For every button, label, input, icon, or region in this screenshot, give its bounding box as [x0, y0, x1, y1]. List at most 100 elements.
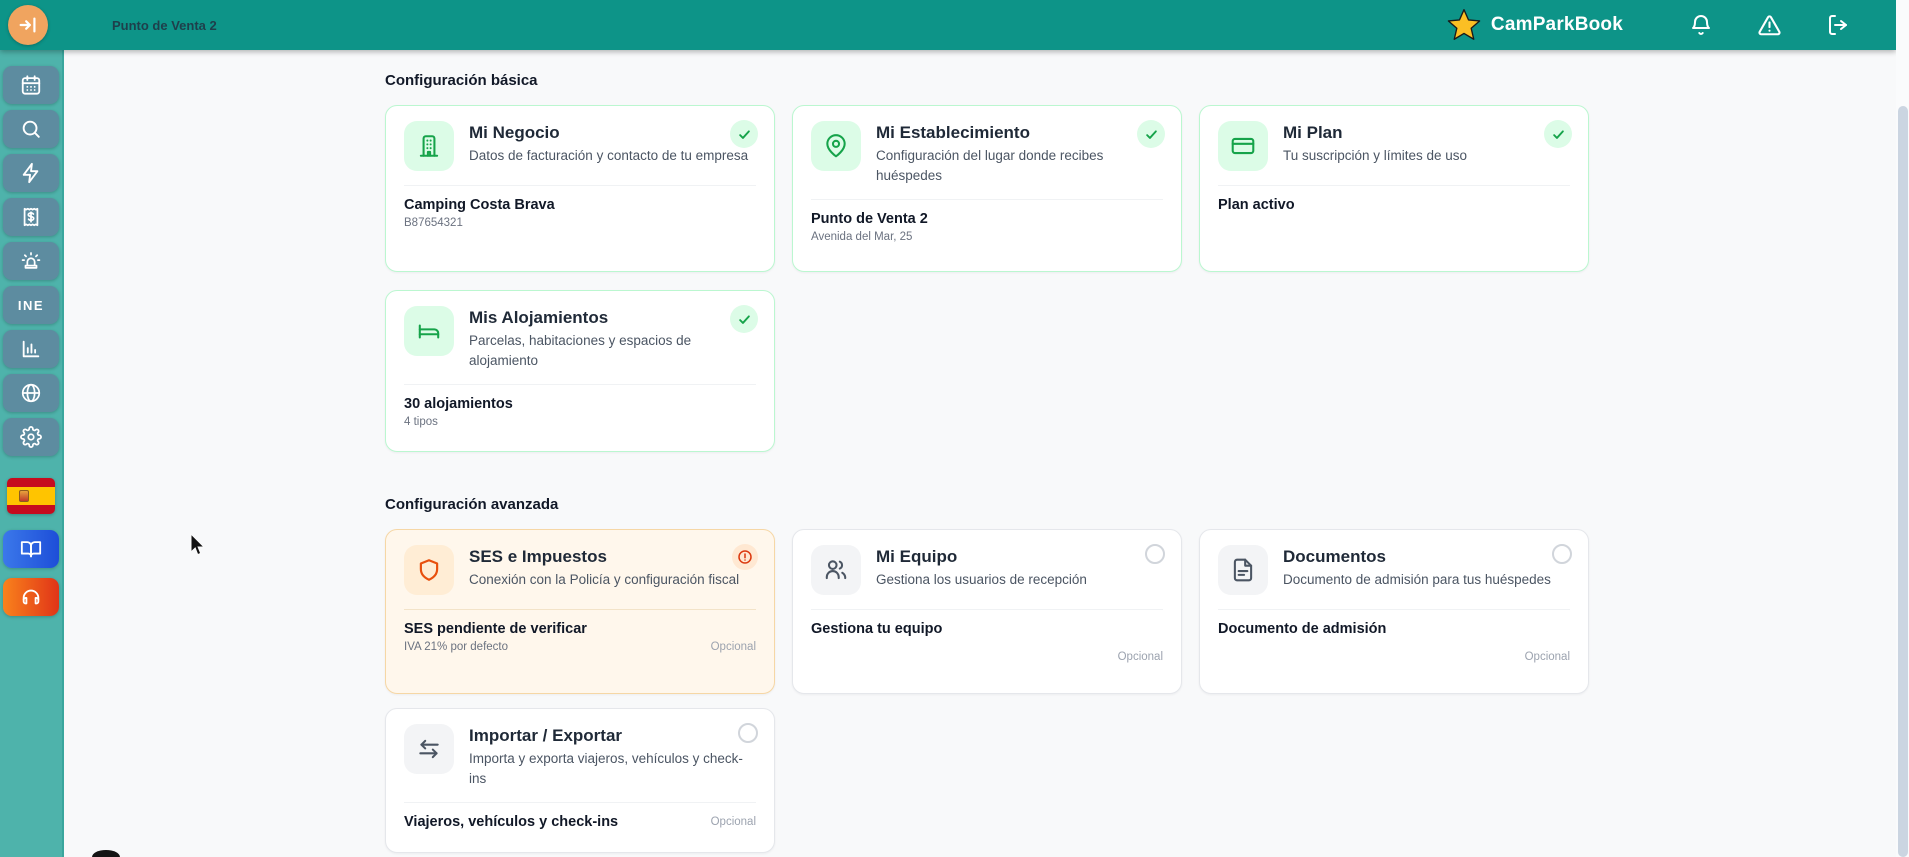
arrow-right-to-line-icon [17, 14, 39, 36]
card-description: Documento de admisión para tus huéspedes [1283, 572, 1551, 587]
check-badge-icon [730, 120, 758, 148]
sidebar-item-ine[interactable]: INE [3, 286, 59, 324]
card-title: SES e Impuestos [469, 547, 607, 566]
calendar-icon [20, 74, 42, 96]
card-mi-establecimiento[interactable]: Mi Establecimiento Configuración del lug… [792, 105, 1182, 272]
spain-flag-icon [19, 490, 29, 502]
card-value: Camping Costa Brava [404, 197, 555, 213]
card-subvalue: B87654321 [404, 217, 463, 229]
cut-off-element [92, 850, 120, 857]
card-description: Tu suscripción y límites de uso [1283, 148, 1468, 163]
card-value: Plan activo [1218, 197, 1295, 213]
top-bar: Punto de Venta 2 CamParkBook [0, 0, 1896, 50]
divider [811, 199, 1163, 201]
left-sidebar: INE [0, 50, 64, 857]
brand-name: CamParkBook [1490, 14, 1623, 35]
settings-page: Configuración básica Mi Negocio Datos de… [66, 50, 1896, 857]
gear-icon [20, 426, 42, 448]
optional-tag: Opcional [710, 641, 756, 653]
card-mi-negocio[interactable]: Mi Negocio Datos de facturación y contac… [385, 105, 775, 272]
divider [404, 384, 756, 386]
section-title: Configuración avanzada [385, 496, 559, 513]
card-mi-plan[interactable]: Mi Plan Tu suscripción y límites de uso … [1199, 105, 1589, 272]
card-value: Viajeros, vehículos y check-ins [404, 814, 619, 831]
logout-icon[interactable] [1826, 13, 1850, 37]
file-text-icon [1218, 545, 1268, 595]
sidebar-item-search[interactable] [3, 110, 59, 148]
card-value: SES pendiente de verificar [404, 621, 587, 637]
card-value: Gestiona tu equipo [811, 621, 943, 637]
bar-chart-icon [20, 338, 42, 360]
card-description: Configuración del lugar donde recibes hu… [876, 148, 1104, 183]
receipt-dollar-icon [20, 206, 42, 228]
ine-label: INE [17, 297, 45, 313]
card-value: Punto de Venta 2 [811, 211, 928, 228]
check-badge-icon [730, 305, 758, 333]
divider [404, 802, 756, 804]
card-description: Datos de facturación y contacto de tu em… [469, 148, 749, 163]
pending-badge-icon [738, 723, 758, 743]
scrollbar-thumb[interactable] [1898, 106, 1908, 857]
card-title: Importar / Exportar [469, 726, 623, 745]
sidebar-toggle-button[interactable] [8, 5, 48, 45]
card-description: Parcelas, habitaciones y espacios de alo… [469, 333, 692, 368]
sidebar-item-web[interactable] [3, 374, 59, 412]
bed-icon [404, 306, 454, 356]
card-value: 30 alojamientos [404, 396, 513, 413]
card-mi-equipo[interactable]: Mi Equipo Gestiona los usuarios de recep… [792, 529, 1182, 694]
sidebar-item-language-spanish[interactable] [7, 478, 55, 514]
card-description: Conexión con la Policía y configuración … [469, 572, 740, 587]
card-title: Mi Establecimiento [876, 123, 1030, 142]
siren-icon [20, 250, 42, 272]
card-title: Documentos [1283, 547, 1386, 566]
alerts-warning-icon[interactable] [1757, 13, 1782, 38]
sidebar-item-settings[interactable] [3, 418, 59, 456]
sidebar-item-statistics[interactable] [3, 330, 59, 368]
card-title: Mi Plan [1283, 123, 1343, 142]
search-icon [20, 118, 42, 140]
credit-card-icon [1218, 121, 1268, 171]
users-icon [811, 545, 861, 595]
section-advanced-configuration: Configuración avanzada SES e Impuestos C… [385, 496, 1896, 853]
optional-tag: Opcional [710, 816, 756, 829]
page-scrollbar[interactable] [1896, 0, 1909, 857]
divider [1218, 609, 1570, 610]
check-badge-icon [1137, 120, 1165, 148]
optional-tag: Opcional [1117, 651, 1163, 663]
card-description: Gestiona los usuarios de recepción [876, 572, 1087, 587]
headphones-icon [20, 586, 42, 608]
card-description: Importa y exporta viajeros, vehículos y … [469, 751, 743, 786]
card-value: Documento de admisión [1218, 621, 1387, 637]
sidebar-item-quick-actions[interactable] [3, 154, 59, 192]
sidebar-item-support[interactable] [3, 578, 59, 616]
pending-badge-icon [1552, 544, 1572, 564]
star-logo-icon [1445, 7, 1483, 43]
alert-badge-icon [732, 544, 758, 570]
card-ses-impuestos[interactable]: SES e Impuestos Conexión con la Policía … [385, 529, 775, 694]
pending-badge-icon [1145, 544, 1165, 564]
divider [404, 609, 756, 610]
card-subvalue: Avenida del Mar, 25 [811, 231, 913, 244]
brand: CamParkBook [1445, 7, 1623, 43]
arrows-left-right-icon [404, 724, 454, 774]
card-mis-alojamientos[interactable]: Mis Alojamientos Parcelas, habitaciones … [385, 290, 775, 452]
divider [1218, 185, 1570, 186]
building-icon [404, 121, 454, 171]
card-title: Mi Equipo [876, 547, 958, 566]
sidebar-item-alarms[interactable] [3, 242, 59, 280]
lightning-icon [20, 162, 42, 184]
card-importar-exportar[interactable]: Importar / Exportar Importa y exporta vi… [385, 708, 775, 853]
card-title: Mis Alojamientos [469, 308, 609, 327]
divider [404, 185, 756, 186]
sidebar-item-calendar[interactable] [3, 66, 59, 104]
map-pin-icon [811, 121, 861, 171]
active-property-label: Punto de Venta 2 [112, 17, 217, 33]
sidebar-item-guide[interactable] [3, 530, 59, 568]
notifications-bell-icon[interactable] [1689, 13, 1713, 37]
section-basic-configuration: Configuración básica Mi Negocio Datos de… [385, 72, 1896, 452]
card-subvalue: 4 tipos [404, 416, 438, 429]
sidebar-item-billing[interactable] [3, 198, 59, 236]
divider [811, 609, 1163, 610]
card-documentos[interactable]: Documentos Documento de admisión para tu… [1199, 529, 1589, 694]
section-title: Configuración básica [385, 72, 538, 89]
